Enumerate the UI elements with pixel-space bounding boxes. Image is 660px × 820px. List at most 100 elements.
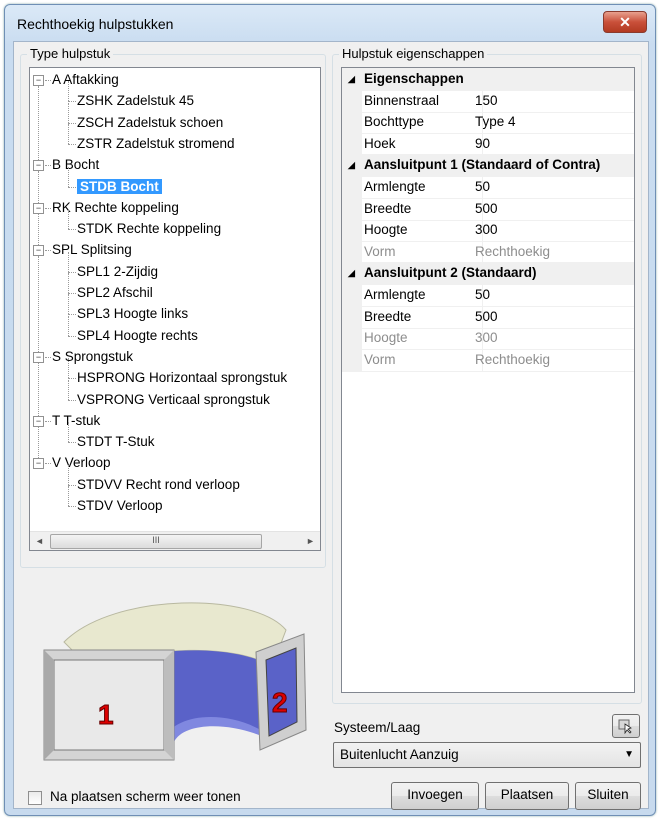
property-row[interactable]: Hoogte 300 xyxy=(342,327,634,351)
tree-expander-icon[interactable]: − xyxy=(33,75,44,86)
tree-expander-icon[interactable]: − xyxy=(33,351,44,363)
property-category[interactable]: ◢ Eigenschappen xyxy=(342,68,634,91)
tree-leaf-item[interactable]: STDT T-Stuk xyxy=(77,432,155,452)
tree-leaf-item[interactable]: STDK Rechte koppeling xyxy=(77,219,221,239)
tree-connector xyxy=(45,80,51,81)
close-window-button[interactable]: ✕ xyxy=(603,11,647,33)
tree-group-item[interactable]: S Sprongstuk xyxy=(52,347,133,367)
property-grid[interactable]: ◢ Eigenschappen Binnenstraal 150 Bochttype Ty… xyxy=(341,67,635,693)
collapse-triangle-icon[interactable]: ◢ xyxy=(348,68,355,90)
property-name: Armlengte xyxy=(364,176,483,198)
grid-gutter xyxy=(342,327,362,350)
property-value[interactable]: 50 xyxy=(475,284,490,306)
tree-group-item[interactable]: T T-stuk xyxy=(52,411,100,431)
plaatsen-button[interactable]: Plaatsen xyxy=(485,782,569,810)
property-value[interactable]: 90 xyxy=(475,133,490,155)
property-category[interactable]: ◢ Aansluitpunt 2 (Standaard) xyxy=(342,262,634,286)
tree-leaf-item[interactable]: STDVV Recht rond verloop xyxy=(77,475,240,495)
tree-leaf-item[interactable]: ZSTR Zadelstuk stromend xyxy=(77,134,235,154)
tree-leaf-item[interactable]: SPL1 2-Zijdig xyxy=(77,262,158,282)
property-value: Rechthoekig xyxy=(475,351,551,367)
title-bar[interactable]: Rechthoekig hulpstukken ✕ xyxy=(5,5,655,41)
collapse-triangle-icon[interactable]: ◢ xyxy=(348,262,355,284)
property-row[interactable]: Armlengte 50 xyxy=(342,284,634,307)
tree-connector xyxy=(68,335,76,337)
tree-expander-icon[interactable]: − xyxy=(33,160,44,172)
property-value[interactable]: 150 xyxy=(475,90,498,112)
tree-connector xyxy=(45,463,51,465)
property-value[interactable]: Type 4 xyxy=(475,111,516,133)
property-value[interactable]: 500 xyxy=(475,306,498,328)
tree-leaf-item[interactable]: HSPRONG Horizontaal sprongstuk xyxy=(77,368,287,388)
sluiten-button[interactable]: Sluiten xyxy=(575,782,641,810)
tree-group-item[interactable]: A Aftakking xyxy=(52,70,119,90)
property-name: Hoogte xyxy=(364,327,483,350)
property-row[interactable]: Binnenstraal 150 xyxy=(342,89,634,113)
tree-group-item[interactable]: B Bocht xyxy=(52,155,99,175)
system-picker-button[interactable] xyxy=(612,714,640,738)
bend-illustration: 1 2 xyxy=(43,602,307,761)
property-row[interactable]: Bochttype Type 4 xyxy=(342,111,634,135)
tree-item-label: SPL1 2-Zijdig xyxy=(77,263,159,279)
tree-item-label: ZSHK Zadelstuk 45 xyxy=(77,93,195,109)
property-value[interactable]: 500 xyxy=(475,198,498,220)
tree-group-item[interactable]: RK Rechte koppeling xyxy=(52,198,179,218)
chevron-down-icon: ▼ xyxy=(624,749,634,760)
tree-connector xyxy=(68,186,76,188)
property-row[interactable]: Armlengte 50 xyxy=(342,176,634,199)
tree-expander-icon[interactable]: − xyxy=(33,458,44,470)
property-category[interactable]: ◢ Aansluitpunt 1 (Standaard of Contra) xyxy=(342,154,634,178)
tree-leaf-item[interactable]: VSPRONG Verticaal sprongstuk xyxy=(77,390,270,410)
property-name: Hoogte xyxy=(364,219,483,242)
property-value[interactable]: 300 xyxy=(475,219,498,241)
grid-gutter xyxy=(342,240,362,263)
property-row[interactable]: Hoogte 300 xyxy=(342,219,634,243)
collapse-triangle-icon[interactable]: ◢ xyxy=(348,154,355,176)
property-name: Binnenstraal xyxy=(364,89,483,112)
grid-gutter xyxy=(342,197,362,220)
show-again-checkbox[interactable] xyxy=(28,791,42,805)
property-row[interactable]: Vorm Rechthoekig xyxy=(342,240,634,264)
fitting-type-tree[interactable]: ◄ III ► − A Aftakking ZSHK Zadelstuk 45 ZSC… xyxy=(29,67,321,551)
tree-connector xyxy=(38,426,39,459)
grid-gutter xyxy=(342,305,362,328)
invoegen-button[interactable]: Invoegen xyxy=(391,782,479,810)
property-row[interactable]: Breedte 500 xyxy=(342,197,634,221)
window-title: Rechthoekig hulpstukken xyxy=(17,16,174,32)
tree-connector xyxy=(68,122,76,124)
tree-leaf-item[interactable]: SPL2 Afschil xyxy=(77,283,153,303)
scroll-right-icon[interactable]: ► xyxy=(302,532,319,550)
tree-group-item[interactable]: V Verloop xyxy=(52,453,111,473)
tree-leaf-item[interactable]: STDV Verloop xyxy=(77,496,163,516)
hulpstuk-eigenschappen-group: Hulpstuk eigenschappen ◢ Eigenschappen Bin… xyxy=(332,46,642,704)
tree-item-label: ZSTR Zadelstuk stromend xyxy=(77,135,235,151)
scroll-left-icon[interactable]: ◄ xyxy=(31,532,48,550)
tree-item-label: SPL4 Hoogte rechts xyxy=(77,327,198,343)
tree-leaf-item[interactable]: STDB Bocht xyxy=(77,177,162,197)
system-layer-dropdown[interactable]: Buitenlucht Aanzuig ▼ xyxy=(333,742,641,768)
property-row[interactable]: Vorm Rechthoekig xyxy=(342,348,634,372)
property-name: Breedte xyxy=(364,197,483,220)
tree-leaf-item[interactable]: SPL3 Hoogte links xyxy=(77,304,188,324)
tree-connector xyxy=(68,484,76,486)
tree-connector xyxy=(68,273,69,293)
tree-leaf-item[interactable]: ZSHK Zadelstuk 45 xyxy=(77,91,194,111)
scroll-thumb[interactable]: III xyxy=(50,534,262,549)
grid-gutter xyxy=(342,132,362,155)
tree-leaf-item[interactable]: SPL4 Hoogte rechts xyxy=(77,326,198,346)
tree-horizontal-scrollbar[interactable]: ◄ III ► xyxy=(30,531,320,550)
tree-item-label: S Sprongstuk xyxy=(52,348,134,364)
tree-group-item[interactable]: SPL Splitsing xyxy=(52,240,132,260)
tree-expander-icon[interactable]: − xyxy=(33,245,44,257)
tree-connector xyxy=(68,101,76,103)
property-name: Breedte xyxy=(364,305,483,328)
tree-leaf-item[interactable]: ZSCH Zadelstuk schoen xyxy=(77,113,223,133)
tree-connector xyxy=(45,165,51,167)
property-value[interactable]: 50 xyxy=(475,176,490,198)
property-row[interactable]: Breedte 500 xyxy=(342,305,634,329)
property-row[interactable]: Hoek 90 xyxy=(342,132,634,156)
tree-expander-icon[interactable]: − xyxy=(33,202,44,214)
type-hulpstuk-legend: Type hulpstuk xyxy=(27,46,114,61)
tree-expander-icon[interactable]: − xyxy=(33,415,44,427)
tree-connector xyxy=(45,250,51,252)
